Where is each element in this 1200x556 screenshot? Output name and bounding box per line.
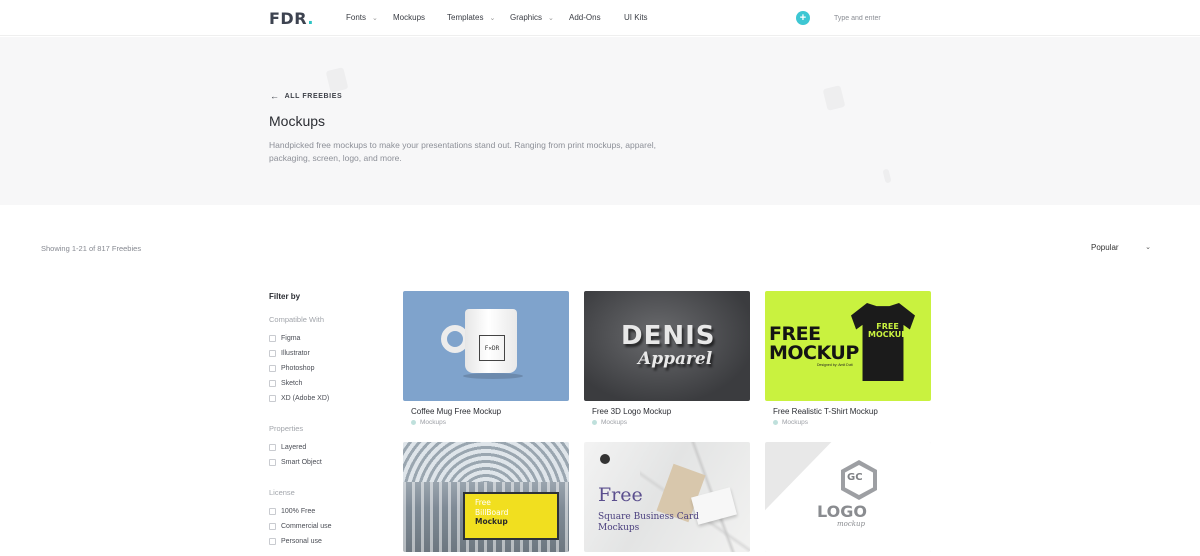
nav-item-fonts[interactable]: Fonts ⌄ <box>346 13 378 22</box>
chevron-down-icon: ⌄ <box>372 14 378 22</box>
card-thumbnail[interactable]: Free BillBoard Mockup <box>403 442 569 552</box>
mug-logo: F✕DR <box>479 335 505 361</box>
filter-title: Filter by <box>269 292 301 301</box>
filter-option-figma[interactable]: Figma <box>269 331 379 346</box>
checkbox[interactable] <box>269 335 276 342</box>
filter-option-commercial[interactable]: Commercial use <box>269 519 379 534</box>
filter-option-personal[interactable]: Personal use <box>269 534 379 549</box>
chevron-down-icon: ⌄ <box>1145 244 1151 251</box>
card-category[interactable]: Mockups <box>773 419 931 426</box>
results-count: Showing 1-21 of 817 Freebies <box>41 244 142 253</box>
freebie-card[interactable]: F✕DR Coffee Mug Free Mockup Mockups <box>403 291 569 426</box>
back-to-all-freebies-link[interactable]: ← ALL FREEBIES <box>270 91 342 101</box>
card-title[interactable]: Coffee Mug Free Mockup <box>411 407 569 416</box>
chevron-down-icon: ⌄ <box>548 14 554 22</box>
top-navigation: FDR. Fonts ⌄ Mockups Templates ⌄ Graphics ⌄… <box>0 0 1200 36</box>
decorative-doodle-icon <box>822 85 846 111</box>
card-category[interactable]: Mockups <box>411 419 569 426</box>
site-logo[interactable]: FDR. <box>269 9 314 28</box>
hero-section: ← ALL FREEBIES Mockups Handpicked free m… <box>0 37 1200 205</box>
checkbox[interactable] <box>269 350 276 357</box>
freebie-card[interactable]: FREE MOCKUP Designed by: Amit Dutt FREE MO… <box>765 291 931 426</box>
decorative-doodle-icon <box>882 168 892 184</box>
checkbox[interactable] <box>269 395 276 402</box>
filter-option-sketch[interactable]: Sketch <box>269 376 379 391</box>
checkbox[interactable] <box>269 508 276 515</box>
freebie-card[interactable]: DENIS Apparel Free 3D Logo Mockup Mockup… <box>584 291 750 426</box>
card-thumbnail[interactable]: DENIS Apparel <box>584 291 750 401</box>
filter-sidebar: Filter by Compatible With Figma Illustra… <box>269 292 379 556</box>
card-title[interactable]: Free Realistic T-Shirt Mockup <box>773 407 931 416</box>
brand-logo-icon <box>600 454 610 464</box>
sort-select[interactable]: Popular ⌄ <box>1091 243 1151 252</box>
checkbox[interactable] <box>269 380 276 387</box>
card-thumbnail[interactable]: GC LOGO mockup <box>765 442 931 552</box>
freebie-card[interactable]: GC LOGO mockup <box>765 442 931 552</box>
card-thumbnail[interactable]: F✕DR <box>403 291 569 401</box>
nav-item-graphics[interactable]: Graphics ⌄ <box>510 13 554 22</box>
card-thumbnail[interactable]: FREE MOCKUP Designed by: Amit Dutt FREE MO… <box>765 291 931 401</box>
checkbox[interactable] <box>269 444 276 451</box>
page-title: Mockups <box>269 113 326 129</box>
category-dot-icon <box>411 420 416 425</box>
nav-item-add-ons[interactable]: Add-Ons <box>569 13 601 22</box>
search-input[interactable] <box>834 11 924 25</box>
card-category[interactable]: Mockups <box>592 419 750 426</box>
page-description: Handpicked free mockups to make your pre… <box>269 140 656 163</box>
plus-icon: + <box>799 12 807 24</box>
nav-item-ui-kits[interactable]: UI Kits <box>624 13 648 22</box>
checkbox[interactable] <box>269 365 276 372</box>
checkbox[interactable] <box>269 538 276 545</box>
card-title[interactable]: Free 3D Logo Mockup <box>592 407 750 416</box>
arrow-left-icon: ← <box>270 91 280 101</box>
nav-item-mockups[interactable]: Mockups <box>393 13 425 22</box>
freebie-card[interactable]: Free Square Business Card Mockups <box>584 442 750 552</box>
chevron-down-icon: ⌄ <box>489 14 496 22</box>
filter-group-compatible: Compatible With Figma Illustrator Photos… <box>269 315 379 406</box>
checkbox[interactable] <box>269 459 276 466</box>
filter-group-license: License 100% Free Commercial use Persona… <box>269 488 379 549</box>
add-button[interactable]: + <box>796 11 810 25</box>
filter-option-smart-object[interactable]: Smart Object <box>269 455 379 470</box>
filter-option-layered[interactable]: Layered <box>269 440 379 455</box>
decorative-doodle-icon <box>325 67 349 93</box>
filter-option-free[interactable]: 100% Free <box>269 504 379 519</box>
filter-option-photoshop[interactable]: Photoshop <box>269 361 379 376</box>
category-dot-icon <box>592 420 597 425</box>
card-thumbnail[interactable]: Free Square Business Card Mockups <box>584 442 750 552</box>
tshirt-shape <box>851 303 915 381</box>
filter-option-illustrator[interactable]: Illustrator <box>269 346 379 361</box>
filter-option-xd[interactable]: XD (Adobe XD) <box>269 391 379 406</box>
checkbox[interactable] <box>269 523 276 530</box>
filter-group-properties: Properties Layered Smart Object <box>269 424 379 470</box>
nav-item-templates[interactable]: Templates ⌄ <box>447 13 495 22</box>
freebie-card[interactable]: Free BillBoard Mockup <box>403 442 569 552</box>
category-dot-icon <box>773 420 778 425</box>
